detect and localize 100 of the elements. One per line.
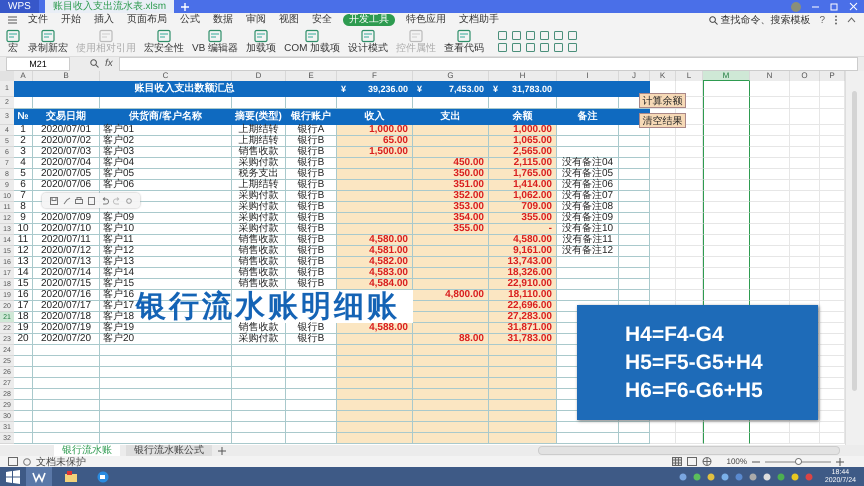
menu-icon[interactable]	[8, 16, 17, 24]
sheet-button[interactable]: 清空结果	[639, 113, 686, 128]
window-icon	[361, 28, 376, 43]
settings-icon[interactable]	[126, 198, 132, 204]
column-header[interactable]: N	[750, 71, 790, 82]
menu-tab[interactable]: 特色应用	[404, 14, 448, 26]
undo-icon[interactable]	[100, 196, 109, 204]
empty-cell	[790, 191, 820, 202]
empty-cell	[703, 224, 750, 236]
empty-cell	[232, 356, 286, 368]
empty-cell	[676, 136, 703, 148]
empty-cell	[676, 246, 703, 258]
balance-cell: 31,871.00	[489, 323, 557, 334]
more-icon[interactable]	[834, 15, 838, 25]
sheet-tab[interactable]: 银行流水账公式	[126, 445, 212, 456]
menu-tab[interactable]: 审阅	[244, 14, 268, 26]
globe-icon[interactable]	[702, 457, 712, 466]
window-icon	[208, 28, 222, 43]
square-icon[interactable]	[498, 30, 508, 40]
column-title: 支出	[413, 109, 489, 126]
layout-icon[interactable]	[8, 457, 18, 466]
zoom-icon[interactable]	[90, 59, 99, 68]
row-number-cell: 2	[14, 136, 33, 148]
ribbon-button[interactable]: 录制新宏	[28, 28, 68, 54]
square-icon[interactable]	[554, 30, 564, 40]
ribbon-button[interactable]: VB 编辑器	[192, 28, 238, 54]
column-header[interactable]: M	[703, 71, 750, 82]
zoom-level[interactable]: 100%	[726, 457, 747, 466]
ribbon-button[interactable]: 查看代码	[444, 28, 484, 54]
protection-status[interactable]: 文档未保护	[36, 454, 86, 468]
vertical-scrollbar[interactable]	[845, 71, 864, 445]
ribbon-button[interactable]: COM 加载项	[284, 28, 340, 54]
square-icon[interactable]	[568, 30, 578, 40]
date-cell: 2020/07/09	[33, 213, 100, 224]
menu-tab[interactable]: 文件	[26, 14, 50, 26]
formula-text: H4=F4-G4	[625, 322, 725, 348]
sheet-tab[interactable]: 银行流水账	[54, 445, 120, 456]
taskbar-app[interactable]	[26, 466, 52, 486]
square-icon[interactable]	[512, 30, 522, 40]
fx-label[interactable]: fx	[105, 58, 113, 70]
page-view-icon[interactable]	[686, 457, 697, 466]
menu-tab[interactable]: 文档助手	[457, 14, 501, 26]
grid-view-icon[interactable]	[672, 457, 682, 466]
column-header[interactable]: K	[650, 71, 676, 82]
horizontal-scrollbar[interactable]	[538, 446, 840, 455]
square-icon[interactable]	[540, 30, 550, 40]
empty-cell	[650, 246, 676, 258]
type-cell: 上期结转	[232, 125, 286, 136]
add-sheet-icon[interactable]	[218, 446, 226, 454]
slider-thumb[interactable]	[795, 458, 802, 464]
close-icon[interactable]	[849, 2, 858, 11]
ribbon-button[interactable]: 宏	[6, 28, 20, 54]
square-icon[interactable]	[540, 42, 550, 52]
menu-tab[interactable]: 插入	[92, 14, 116, 26]
zoom-in-icon[interactable]	[836, 458, 844, 466]
square-icon[interactable]	[526, 42, 536, 52]
row-number-cell: 14	[14, 268, 33, 280]
save-icon[interactable]	[50, 196, 58, 204]
ribbon-button[interactable]: 设计模式	[348, 28, 388, 54]
empty-cell	[619, 147, 650, 158]
home-tab[interactable]: WPS	[0, 0, 39, 13]
type-cell: 采购付款	[232, 224, 286, 236]
square-icon[interactable]	[498, 42, 508, 52]
square-icon[interactable]	[554, 42, 564, 52]
empty-cell	[676, 202, 703, 214]
sheet-button[interactable]: 计算余额	[639, 93, 686, 108]
preview-icon[interactable]	[88, 196, 96, 204]
row-number-cell: 19	[14, 323, 33, 334]
sheet-title: 账目收入支出数额汇总	[33, 81, 337, 98]
menu-tab[interactable]: 页面布局	[125, 14, 169, 26]
square-icon[interactable]	[568, 42, 578, 52]
ribbon-button[interactable]: 宏安全性	[144, 28, 184, 54]
empty-cell	[790, 125, 820, 136]
windows-icon[interactable]	[6, 470, 20, 484]
collapse-icon[interactable]	[847, 17, 856, 23]
note-cell: 没有备注05	[557, 169, 619, 180]
note-cell: 没有备注09	[557, 213, 619, 224]
square-icon[interactable]	[526, 30, 536, 40]
restore-icon[interactable]	[830, 2, 839, 11]
help-button[interactable]: ?	[819, 14, 825, 26]
menu-tab[interactable]: 开发工具	[343, 14, 395, 26]
menu-tab[interactable]: 开始	[59, 14, 83, 26]
empty-cell	[650, 235, 676, 246]
column-header[interactable]: O	[790, 71, 820, 82]
empty-cell	[650, 147, 676, 158]
brush-icon[interactable]	[62, 196, 71, 204]
note-cell: 没有备注06	[557, 180, 619, 192]
name-box[interactable]: M21	[6, 56, 70, 71]
add-tab-icon[interactable]	[180, 2, 190, 12]
type-cell: 采购付款	[232, 334, 286, 346]
formula-input[interactable]	[118, 56, 858, 71]
empty-cell	[703, 422, 750, 434]
ribbon-button[interactable]: 加载项	[246, 28, 276, 54]
menu-tab[interactable]: 公式	[178, 14, 202, 26]
empty-cell	[703, 158, 750, 170]
menu-tab[interactable]: 视图	[277, 14, 301, 26]
print-icon[interactable]	[75, 196, 84, 204]
menu-tab[interactable]: 数据	[211, 14, 235, 26]
square-icon[interactable]	[512, 42, 522, 52]
menu-tab[interactable]: 安全	[310, 14, 334, 26]
